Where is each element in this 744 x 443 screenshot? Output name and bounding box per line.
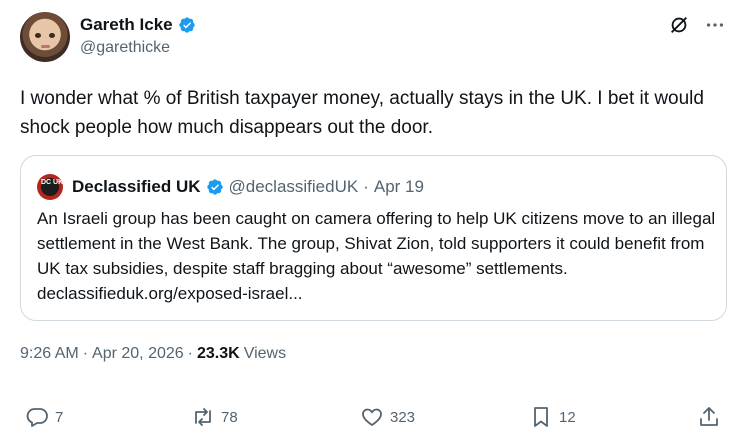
tweet-meta: 9:26 AM · Apr 20, 2026 · 23.3K Views bbox=[20, 345, 286, 363]
views-separator: · bbox=[187, 345, 193, 362]
quoted-tweet-text: An Israeli group has been caught on came… bbox=[37, 209, 716, 303]
retweet-button[interactable]: 78 bbox=[191, 405, 238, 429]
quoted-tweet[interactable]: DC UK Declassified UK @declassifiedUK · … bbox=[20, 155, 727, 321]
author-name-row: Gareth Icke bbox=[80, 15, 196, 35]
views-count: 23.3K bbox=[196, 345, 240, 362]
meta-separator: · bbox=[82, 345, 89, 362]
verified-badge-icon bbox=[178, 17, 195, 33]
author-handle[interactable]: @garethicke bbox=[80, 39, 170, 57]
share-button[interactable] bbox=[697, 405, 721, 429]
reply-count: 7 bbox=[55, 408, 64, 426]
quoted-avatar[interactable]: DC UK bbox=[37, 174, 63, 200]
grok-icon[interactable] bbox=[668, 14, 690, 36]
like-button[interactable]: 323 bbox=[360, 405, 415, 429]
quoted-separator: · bbox=[363, 177, 369, 196]
author-name[interactable]: Gareth Icke bbox=[80, 15, 173, 35]
avatar[interactable] bbox=[20, 12, 70, 62]
quoted-author-handle[interactable]: @declassifiedUK bbox=[229, 177, 359, 197]
retweet-icon bbox=[195, 408, 211, 426]
views-label: Views bbox=[243, 345, 287, 362]
bookmark-count: 12 bbox=[559, 408, 576, 426]
tweet-date[interactable]: Apr 20, 2026 bbox=[92, 345, 184, 363]
action-bar: 7 78 323 12 bbox=[25, 405, 725, 435]
quoted-author-name[interactable]: Declassified UK bbox=[72, 177, 201, 197]
tweet-text: I wonder what % of British taxpayer mone… bbox=[20, 88, 704, 138]
bookmark-button[interactable]: 12 bbox=[529, 405, 576, 429]
quoted-tweet-header: DC UK Declassified UK @declassifiedUK · … bbox=[37, 174, 424, 200]
heart-icon bbox=[362, 408, 382, 426]
share-icon bbox=[700, 407, 718, 426]
tweet-time[interactable]: 9:26 AM bbox=[20, 345, 79, 363]
reply-icon bbox=[26, 408, 48, 427]
bookmark-icon bbox=[534, 407, 548, 427]
quoted-logo-text: DC UK bbox=[41, 178, 63, 196]
more-options-icon[interactable] bbox=[704, 14, 726, 36]
quoted-verified-badge-icon bbox=[206, 179, 223, 195]
reply-button[interactable]: 7 bbox=[25, 405, 63, 429]
quoted-date[interactable]: Apr 19 bbox=[374, 177, 424, 197]
retweet-count: 78 bbox=[221, 408, 238, 426]
like-count: 323 bbox=[390, 408, 416, 426]
top-icons bbox=[668, 14, 726, 36]
tweet-header: Gareth Icke @garethicke bbox=[20, 12, 730, 64]
